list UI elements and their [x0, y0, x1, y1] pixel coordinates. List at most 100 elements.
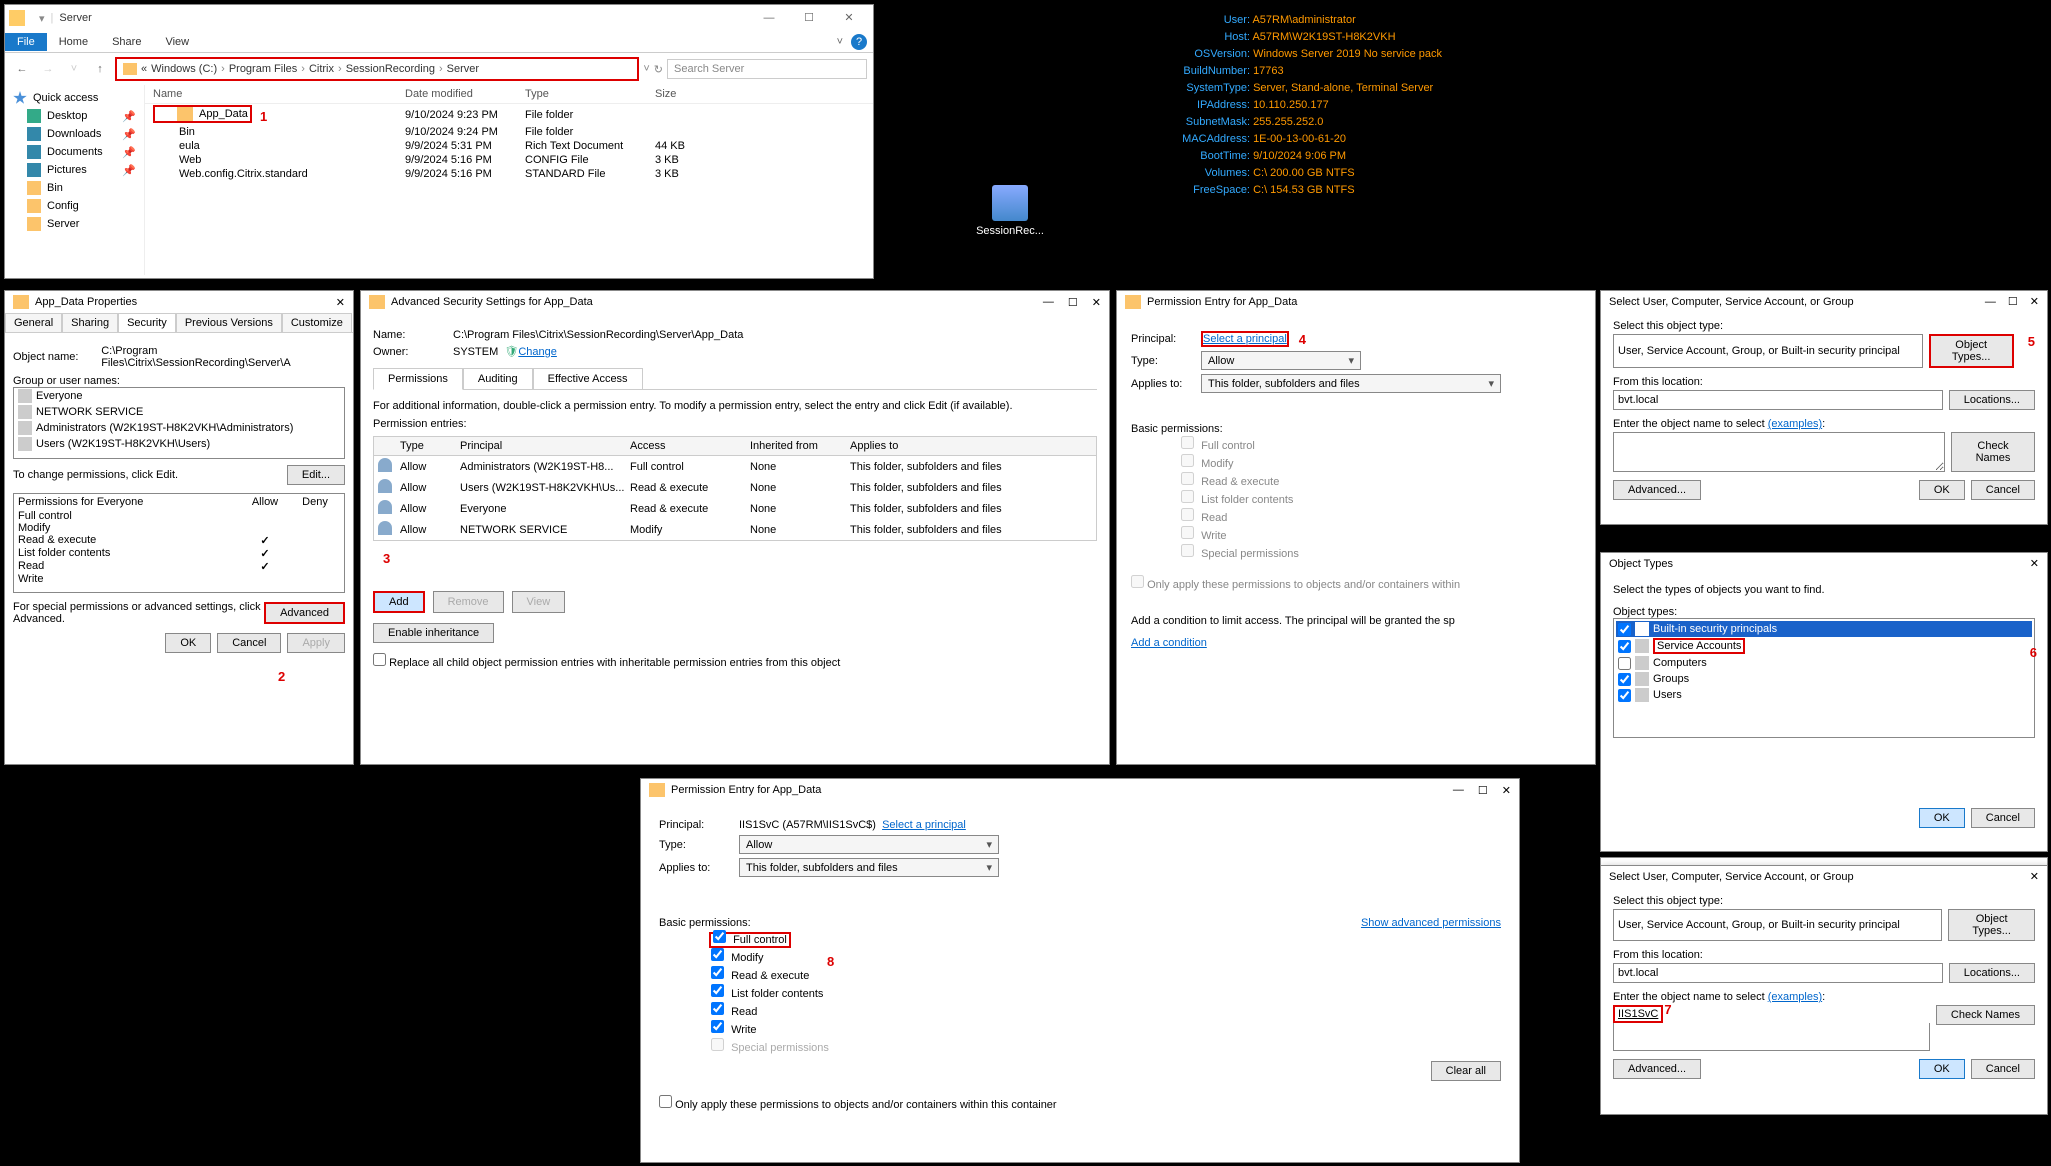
permission-entry-row[interactable]: AllowNETWORK SERVICEModifyNoneThis folde… [374, 519, 1096, 540]
permission-entry-row[interactable]: AllowAdministrators (W2K19ST-H8...Full c… [374, 456, 1096, 477]
titlebar[interactable]: Object Types✕ [1601, 553, 2047, 574]
object-type-item[interactable]: Groups [1616, 671, 2032, 687]
select-principal-link[interactable]: Select a principal [1201, 331, 1289, 347]
check-names-button[interactable]: Check Names [1936, 1005, 2035, 1025]
column-headers[interactable]: Name Date modified Type Size [145, 85, 873, 104]
cancel-button[interactable]: Cancel [1971, 1059, 2035, 1079]
forward-button[interactable]: → [37, 63, 59, 75]
titlebar[interactable]: Permission Entry for App_Data [1117, 291, 1595, 313]
type-combo[interactable]: Allow [1201, 351, 1361, 370]
quick-access[interactable]: Quick access [9, 89, 140, 107]
expand-ribbon-icon[interactable]: ˅ [837, 36, 843, 48]
nav-downloads[interactable]: Downloads📌 [9, 125, 140, 143]
permission-checkbox[interactable]: List folder contents [709, 983, 1501, 1001]
group-list[interactable]: EveryoneNETWORK SERVICEAdministrators (W… [13, 387, 345, 459]
titlebar[interactable]: App_Data Properties ✕ [5, 291, 353, 313]
view-button[interactable]: View [512, 591, 566, 613]
tab-general[interactable]: General [5, 313, 62, 332]
tab-permissions[interactable]: Permissions [373, 368, 463, 390]
group-item[interactable]: Everyone [14, 388, 344, 404]
examples-link[interactable]: (examples) [1768, 418, 1822, 430]
replace-checkbox[interactable] [373, 653, 386, 666]
close-button[interactable]: ✕ [1502, 784, 1511, 797]
file-row[interactable]: Web9/9/2024 5:16 PMCONFIG File3 KB [145, 153, 873, 167]
maximize-button[interactable]: ☐ [789, 6, 829, 30]
group-item[interactable]: Administrators (W2K19ST-H8K2VKH\Administ… [14, 420, 344, 436]
object-type-item[interactable]: Built-in security principals [1616, 621, 2032, 637]
nav-pictures[interactable]: Pictures📌 [9, 161, 140, 179]
add-button[interactable]: Add [373, 591, 425, 613]
tab-auditing[interactable]: Auditing [463, 368, 533, 389]
applies-to-combo[interactable]: This folder, subfolders and files [1201, 374, 1501, 393]
ok-button[interactable]: OK [1919, 480, 1965, 500]
titlebar[interactable]: ▾ | Server — ☐ ✕ [5, 5, 873, 31]
tab-effective[interactable]: Effective Access [533, 368, 643, 389]
refresh-icon[interactable]: ↻ [654, 63, 663, 76]
type-combo[interactable]: Allow [739, 835, 999, 854]
object-types-button[interactable]: Object Types... [1948, 909, 2035, 941]
object-types-button[interactable]: Object Types... [1929, 334, 2014, 368]
file-row[interactable]: Bin9/10/2024 9:24 PMFile folder [145, 125, 873, 139]
titlebar[interactable]: Advanced Security Settings for App_Data … [361, 291, 1109, 313]
change-owner-link[interactable]: Change [518, 346, 557, 358]
examples-link[interactable]: (examples) [1768, 991, 1822, 1003]
add-condition-link[interactable]: Add a condition [1131, 637, 1581, 649]
close-button[interactable]: ✕ [829, 6, 869, 30]
tab-security[interactable]: Security [118, 313, 176, 332]
file-row[interactable]: App_Data19/10/2024 9:23 PMFile folder [145, 104, 873, 125]
clear-all-button[interactable]: Clear all [1431, 1061, 1501, 1081]
permission-checkbox[interactable]: Read [709, 1001, 1501, 1019]
close-button[interactable]: ✕ [2030, 557, 2039, 570]
nav-bin[interactable]: Bin [9, 179, 140, 197]
tab-customize[interactable]: Customize [282, 313, 352, 332]
advanced-button[interactable]: Advanced... [1613, 1059, 1701, 1079]
maximize-button[interactable]: ☐ [1068, 296, 1078, 309]
apply-button[interactable]: Apply [287, 633, 345, 653]
file-row[interactable]: eula9/9/2024 5:31 PMRich Text Document44… [145, 139, 873, 153]
object-type-item[interactable]: Users [1616, 687, 2032, 703]
close-button[interactable]: ✕ [1092, 296, 1101, 309]
nav-config[interactable]: Config [9, 197, 140, 215]
permission-checkbox[interactable]: Write [709, 1019, 1501, 1037]
ok-button[interactable]: OK [1919, 1059, 1965, 1079]
check-names-button[interactable]: Check Names [1951, 432, 2035, 472]
applies-to-combo[interactable]: This folder, subfolders and files [739, 858, 999, 877]
titlebar[interactable]: Permission Entry for App_Data — ☐ ✕ [641, 779, 1519, 801]
object-name-input[interactable] [1613, 432, 1945, 472]
close-button[interactable]: ✕ [336, 296, 345, 309]
up-button[interactable]: ↑ [89, 63, 111, 75]
remove-button[interactable]: Remove [433, 591, 504, 613]
locations-button[interactable]: Locations... [1949, 390, 2035, 410]
ok-button[interactable]: OK [1919, 808, 1965, 828]
address-bar[interactable]: « Windows (C:)› Program Files› Citrix› S… [115, 57, 639, 81]
dropdown-icon[interactable]: ˅ [643, 63, 649, 75]
tab-previous[interactable]: Previous Versions [176, 313, 282, 332]
cancel-button[interactable]: Cancel [1971, 808, 2035, 828]
advanced-button[interactable]: Advanced [264, 602, 345, 624]
tab-home[interactable]: Home [47, 33, 100, 51]
history-dropdown[interactable]: ˅ [63, 63, 85, 75]
edit-button[interactable]: Edit... [287, 465, 345, 485]
desktop-shortcut[interactable]: SessionRec... [970, 185, 1050, 237]
tab-share[interactable]: Share [100, 33, 153, 51]
close-button[interactable]: ✕ [2030, 295, 2039, 308]
permission-entry-row[interactable]: AllowUsers (W2K19ST-H8K2VKH\Us...Read & … [374, 477, 1096, 498]
show-advanced-link[interactable]: Show advanced permissions [1361, 917, 1501, 929]
minimize-button[interactable]: — [1985, 296, 1996, 308]
locations-button[interactable]: Locations... [1949, 963, 2035, 983]
only-apply-checkbox[interactable] [659, 1095, 672, 1108]
minimize-button[interactable]: — [1043, 296, 1054, 308]
close-button[interactable]: ✕ [2030, 870, 2039, 883]
cancel-button[interactable]: Cancel [217, 633, 281, 653]
tab-file[interactable]: File [5, 33, 47, 51]
enable-inheritance-button[interactable]: Enable inheritance [373, 623, 494, 643]
group-item[interactable]: Users (W2K19ST-H8K2VKH\Users) [14, 436, 344, 452]
back-button[interactable]: ← [11, 63, 33, 75]
file-row[interactable]: Web.config.Citrix.standard9/9/2024 5:16 … [145, 167, 873, 181]
object-type-item[interactable]: Computers [1616, 655, 2032, 671]
cancel-button[interactable]: Cancel [1971, 480, 2035, 500]
nav-server[interactable]: Server [9, 215, 140, 233]
minimize-button[interactable]: — [1453, 784, 1464, 796]
object-name-input[interactable]: IIS1SvC [1618, 1008, 1658, 1020]
ok-button[interactable]: OK [165, 633, 211, 653]
